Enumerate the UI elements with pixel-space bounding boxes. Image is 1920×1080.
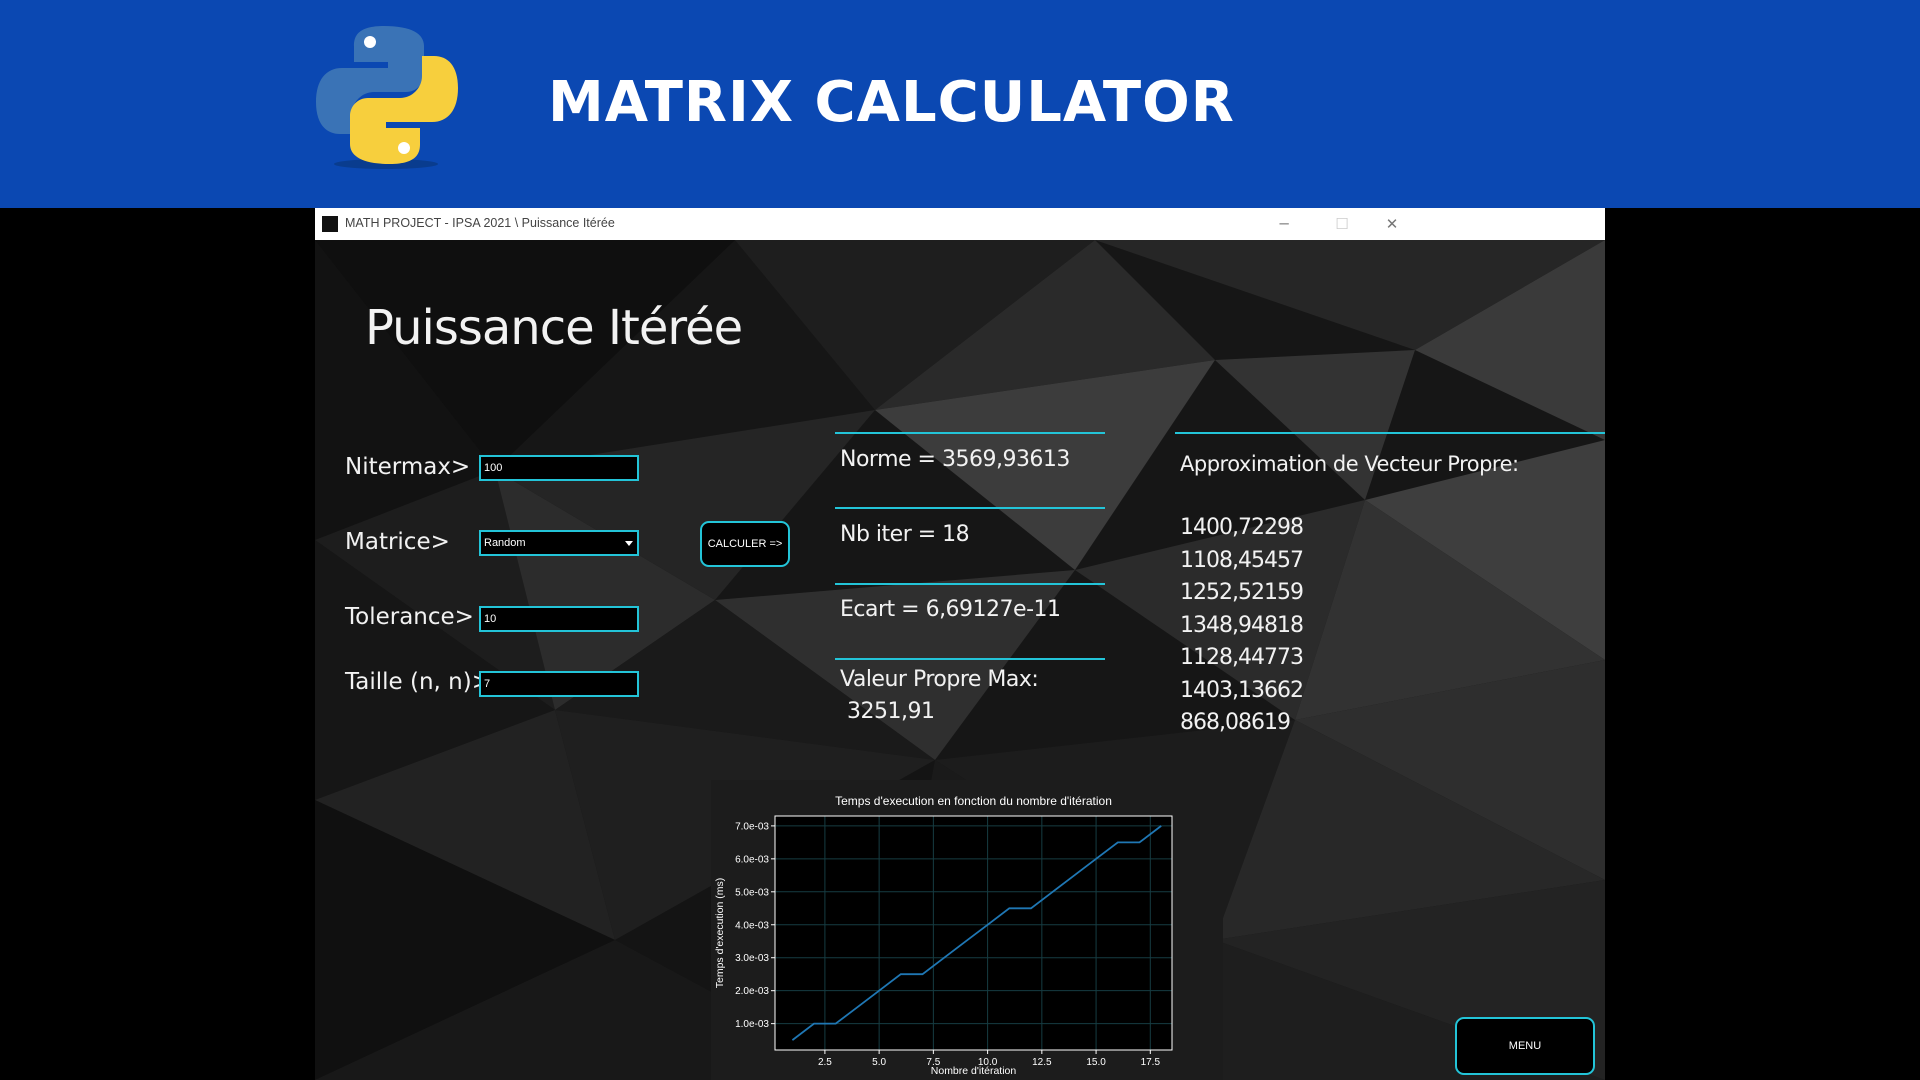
- chart-ytick-label: 7.0e-03: [735, 821, 769, 832]
- matrice-select[interactable]: Random: [479, 530, 639, 556]
- banner-title: MATRIX CALCULATOR: [548, 70, 1235, 135]
- chart-ytick-label: 5.0e-03: [735, 887, 769, 898]
- vector-values-list: 1400,72298 1108,45457 1252,52159 1348,94…: [1180, 515, 1304, 743]
- caret-down-icon: [625, 540, 633, 546]
- chart-xtick-label: 2.5: [818, 1057, 832, 1068]
- chart-ytick-label: 2.0e-03: [735, 986, 769, 997]
- vector-heading: Approximation de Vecteur Propre:: [1180, 452, 1519, 476]
- nitermax-label: Nitermax>: [345, 454, 471, 480]
- chart-ytick-label: 4.0e-03: [735, 920, 769, 931]
- valeur-propre-value: 3251,91: [847, 699, 935, 724]
- vector-value: 1128,44773: [1180, 645, 1304, 670]
- chart-xtick-label: 5.0: [872, 1057, 886, 1068]
- chart-ytick-label: 3.0e-03: [735, 953, 769, 964]
- minimize-icon[interactable]: ─: [1273, 213, 1295, 235]
- vector-value: 1108,45457: [1180, 547, 1304, 573]
- vector-value: 1403,13662: [1180, 677, 1304, 703]
- chart-xlabel: Nombre d'itération: [931, 1065, 1017, 1077]
- chart-xtick-label: 15.0: [1086, 1057, 1106, 1068]
- tolerance-label: Tolerance>: [345, 604, 474, 630]
- calculer-button[interactable]: CALCULER =>: [700, 521, 790, 567]
- nb-iter-result: Nb iter = 18: [840, 522, 970, 547]
- main-content: Puissance Itérée Nitermax> Matrice> Rand…: [315, 240, 1605, 1080]
- window-titlebar[interactable]: MATH PROJECT - IPSA 2021 \ Puissance Ité…: [315, 208, 1605, 241]
- matrice-label: Matrice>: [345, 529, 450, 555]
- separator: [835, 432, 1105, 434]
- separator: [1175, 432, 1605, 434]
- taille-label: Taille (n, n)>: [345, 669, 491, 695]
- chart-svg: 2.5 5.0 7.5 10.0 12.5 15.0 17.51.0e-032.0e-033…: [714, 794, 1173, 1077]
- vector-value: 868,08619: [1180, 710, 1291, 735]
- menu-button[interactable]: MENU: [1455, 1017, 1595, 1075]
- norme-result: Norme = 3569,93613: [840, 447, 1070, 472]
- nitermax-input[interactable]: [479, 455, 639, 481]
- chart-xtick-label: 12.5: [1032, 1057, 1052, 1068]
- chart-plot-area: [775, 816, 1172, 1050]
- separator: [835, 583, 1105, 585]
- tolerance-input[interactable]: [479, 606, 639, 632]
- valeur-propre-label: Valeur Propre Max:: [840, 667, 1039, 692]
- vector-value: 1400,72298: [1180, 515, 1304, 540]
- vector-value: 1348,94818: [1180, 612, 1304, 638]
- taille-input[interactable]: [479, 671, 639, 697]
- chart-title: Temps d'execution en fonction du nombre …: [835, 794, 1112, 808]
- matrice-selected-value: Random: [484, 537, 526, 549]
- separator: [835, 658, 1105, 660]
- maximize-icon[interactable]: ☐: [1331, 213, 1353, 235]
- python-logo-icon: [316, 26, 458, 169]
- execution-time-chart: 2.5 5.0 7.5 10.0 12.5 15.0 17.5 1.0e-03 2.0e-03 3…: [711, 780, 1223, 1080]
- window-title: MATH PROJECT - IPSA 2021 \ Puissance Ité…: [345, 216, 615, 230]
- close-icon[interactable]: ✕: [1381, 213, 1403, 235]
- chart-ytick-label: 6.0e-03: [735, 854, 769, 865]
- chart-xtick-label: 17.5: [1141, 1057, 1161, 1068]
- ecart-result: Ecart = 6,69127e-11: [840, 597, 1061, 622]
- banner: MATRIX CALCULATOR: [0, 0, 1920, 208]
- app-icon: [322, 216, 338, 232]
- app-window: MATH PROJECT - IPSA 2021 \ Puissance Ité…: [315, 208, 1605, 1080]
- vector-value: 1252,52159: [1180, 580, 1304, 605]
- separator: [835, 507, 1105, 509]
- chart-ytick-label: 1.0e-03: [735, 1019, 769, 1030]
- page-title: Puissance Itérée: [365, 300, 743, 356]
- chart-ylabel: Temps d'execution (ms): [714, 878, 726, 989]
